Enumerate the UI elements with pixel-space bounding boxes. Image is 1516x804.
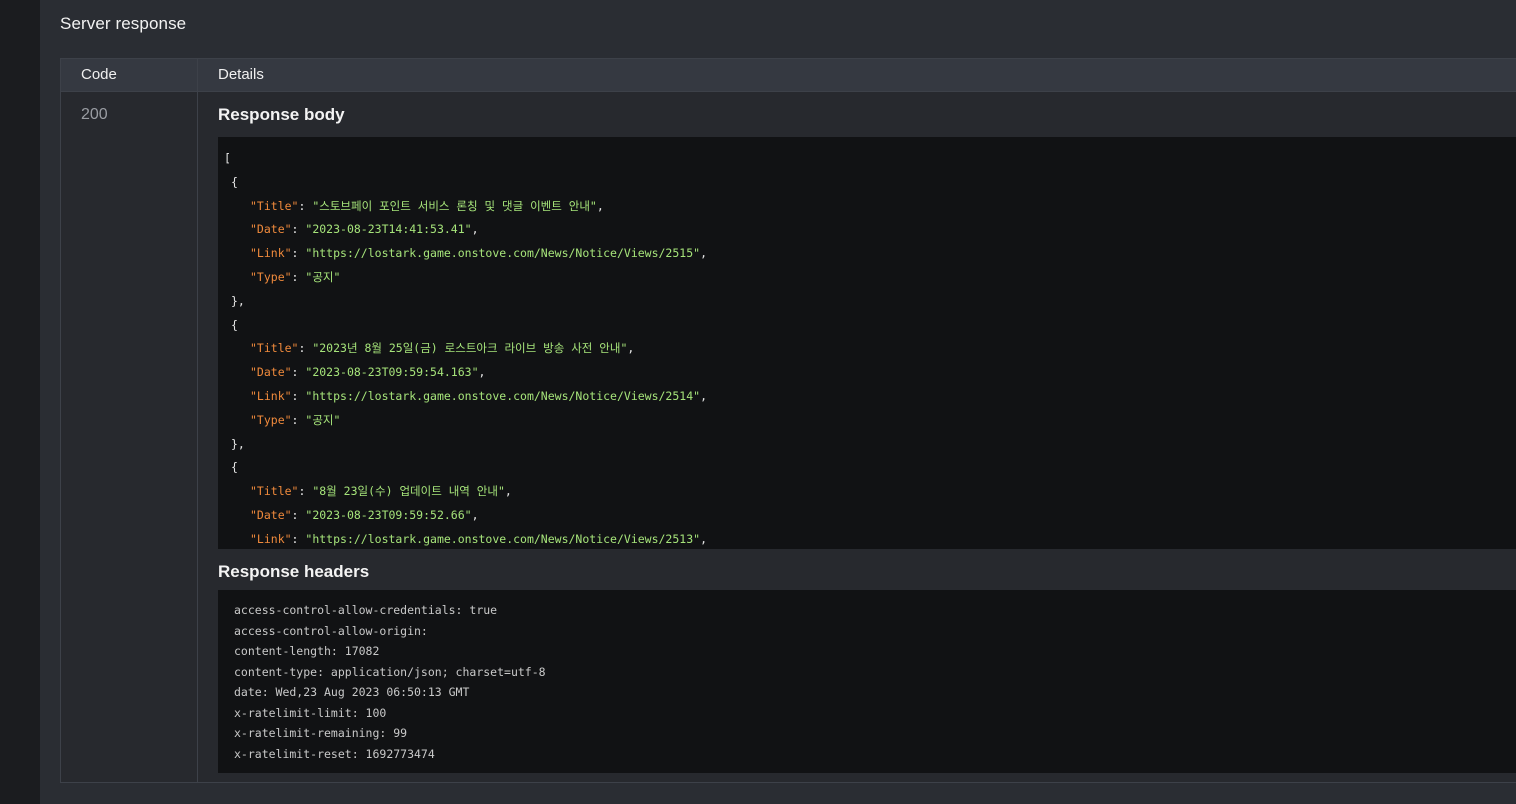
table-header-row: Code Details <box>61 59 1516 92</box>
response-code: 200 <box>81 106 108 123</box>
json-value: "2023-08-23T14:41:53.41" <box>305 222 472 237</box>
json-colon: : <box>298 484 313 499</box>
json-comma: , <box>700 246 707 261</box>
json-value: "https://lostark.game.onstove.com/News/N… <box>305 531 701 546</box>
json-line-link: "Link": "https://lostark.game.onstove.co… <box>224 528 1516 549</box>
header-line: access-control-allow-origin: <box>234 623 428 638</box>
json-value: "https://lostark.game.onstove.com/News/N… <box>305 388 701 403</box>
json-colon: : <box>291 531 306 546</box>
json-key: "Type" <box>250 269 292 284</box>
json-line-type: "Type": "공지" <box>224 266 1516 290</box>
json-value: "스토브페이 포인트 서비스 론칭 및 댓글 이벤트 안내" <box>312 198 597 213</box>
column-divider <box>197 59 198 782</box>
json-colon: : <box>291 412 306 427</box>
json-colon: : <box>291 388 306 403</box>
response-headers-title: Response headers <box>218 562 370 581</box>
json-value: "2023-08-23T09:59:54.163" <box>305 365 479 380</box>
json-key: "Date" <box>250 507 292 522</box>
json-value: "2023-08-23T09:59:52.66" <box>305 507 472 522</box>
json-key: "Link" <box>250 388 292 403</box>
json-key: "Date" <box>250 222 292 237</box>
json-line-link: "Link": "https://lostark.game.onstove.co… <box>224 385 1516 409</box>
json-object-open: { <box>231 460 238 475</box>
json-line-title: "Title": "2023년 8월 25일(금) 로스트아크 라이브 방송 사… <box>224 337 1516 361</box>
header-line: date: Wed,23 Aug 2023 06:50:13 GMT <box>234 685 470 699</box>
json-comma: , <box>504 484 512 499</box>
json-colon: : <box>291 365 306 380</box>
json-value: "8월 23일(수) 업데이트 내역 안내" <box>312 484 505 499</box>
json-object-open: { <box>231 317 238 332</box>
json-key: "Title" <box>250 198 299 213</box>
json-comma: , <box>700 531 707 546</box>
response-body-code[interactable]: [ { "Title": "스토브페이 포인트 서비스 론칭 및 댓글 이벤트 … <box>218 137 1516 549</box>
json-object-close: }, <box>231 293 245 308</box>
server-response-panel: Server response Code Details 200 Respons… <box>40 0 1516 804</box>
section-title: Server response <box>60 14 187 33</box>
json-line-type: "Type": "공지" <box>224 409 1516 433</box>
header-line: content-type: application/json; charset=… <box>234 664 546 679</box>
json-key: "Date" <box>250 365 292 380</box>
json-value: "공지" <box>305 269 341 284</box>
json-value: "2023년 8월 25일(금) 로스트아크 라이브 방송 사전 안내" <box>312 341 628 356</box>
json-line-date: "Date": "2023-08-23T14:41:53.41", <box>224 218 1516 242</box>
column-header-code: Code <box>81 66 117 83</box>
column-header-details: Details <box>218 66 264 83</box>
json-key: "Link" <box>250 531 292 546</box>
json-line-link: "Link": "https://lostark.game.onstove.co… <box>224 242 1516 266</box>
json-comma: , <box>471 222 479 237</box>
response-headers-code[interactable]: access-control-allow-credentials: true a… <box>218 590 1516 773</box>
responses-table: Code Details 200 Response body [ { "Titl… <box>60 58 1516 783</box>
json-comma: , <box>627 341 635 356</box>
json-colon: : <box>291 507 306 522</box>
json-line-title: "Title": "8월 23일(수) 업데이트 내역 안내", <box>224 480 1516 504</box>
response-body-title: Response body <box>218 105 345 124</box>
header-line: x-ratelimit-reset: 1692773474 <box>234 746 435 761</box>
json-object-close: }, <box>231 436 245 451</box>
json-colon: : <box>298 198 313 213</box>
json-colon: : <box>291 222 306 237</box>
header-line: content-length: 17082 <box>234 644 380 658</box>
header-line: access-control-allow-credentials: true <box>234 603 498 617</box>
header-line: x-ratelimit-limit: 100 <box>234 705 387 720</box>
json-line-date: "Date": "2023-08-23T09:59:54.163", <box>224 361 1516 385</box>
json-key: "Type" <box>250 412 292 427</box>
json-colon: : <box>291 246 306 261</box>
json-object-open: { <box>231 174 238 189</box>
json-line-title: "Title": "스토브페이 포인트 서비스 론칭 및 댓글 이벤트 안내", <box>224 195 1516 219</box>
header-line: x-ratelimit-remaining: 99 <box>234 726 408 740</box>
json-comma: , <box>471 507 479 522</box>
json-comma: , <box>596 198 604 213</box>
json-open-bracket: [ <box>224 151 231 165</box>
json-key: "Link" <box>250 246 292 261</box>
json-value: "https://lostark.game.onstove.com/News/N… <box>305 246 701 261</box>
json-key: "Title" <box>250 341 299 356</box>
json-comma: , <box>700 388 707 403</box>
json-colon: : <box>291 269 306 284</box>
left-rail <box>0 0 40 804</box>
json-colon: : <box>298 341 313 356</box>
json-value: "공지" <box>305 412 341 427</box>
json-key: "Title" <box>250 484 299 499</box>
json-line-date: "Date": "2023-08-23T09:59:52.66", <box>224 504 1516 528</box>
json-comma: , <box>478 365 486 380</box>
